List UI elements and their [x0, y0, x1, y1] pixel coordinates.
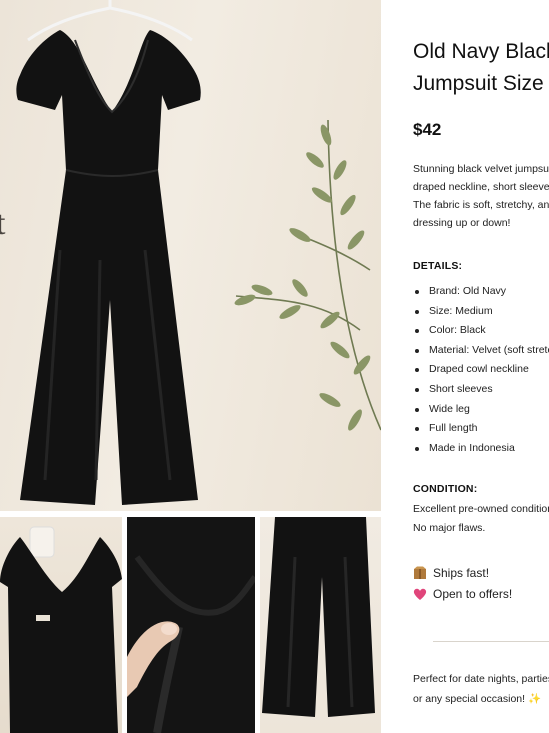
jumpsuit-illustration — [16, 0, 381, 505]
perk-text: Open to offers! — [433, 587, 513, 601]
thumbnail-fabric-closeup[interactable] — [127, 517, 255, 733]
closing-text: Perfect for date nights, parties, or any… — [413, 669, 549, 709]
condition-line: No major flaws. — [413, 522, 486, 534]
detail-item: Draped cowl neckline — [413, 360, 549, 380]
condition-heading: CONDITION: — [413, 483, 478, 495]
perk-ships-fast: Ships fast! — [413, 566, 489, 580]
listing-title: Old Navy Black Velvet Jumpsuit Size Medi… — [413, 36, 549, 100]
detail-item: Brand: Old Navy — [413, 282, 549, 302]
listing-title-line-2: Jumpsuit Size Medium — [413, 72, 549, 95]
detail-item: Size: Medium — [413, 302, 549, 322]
description-line: The fabric is soft, stretchy, and perfec… — [413, 199, 549, 211]
heart-icon — [413, 588, 427, 600]
detail-item: Full length — [413, 419, 549, 439]
listing-title-line-1: Old Navy Black Velvet — [413, 40, 549, 63]
details-heading: DETAILS: — [413, 260, 463, 272]
condition-line: Excellent pre-owned condition. — [413, 503, 549, 515]
listing-description: Stunning black velvet jumpsuit with a dr… — [413, 160, 549, 232]
thumbnail-front-illustration — [0, 526, 122, 733]
thumbnail-leg-illustration — [262, 517, 375, 717]
detail-item: Color: Black — [413, 321, 549, 341]
detail-item: Made in Indonesia — [413, 439, 549, 459]
photo-gallery: t — [0, 0, 381, 733]
description-line: dressing up or down! — [413, 217, 511, 229]
description-line: draped neckline, short sleeves, and wide… — [413, 181, 549, 193]
condition-text: Excellent pre-owned condition. No major … — [413, 500, 549, 538]
detail-item: Short sleeves — [413, 380, 549, 400]
perk-text: Ships fast! — [433, 566, 490, 580]
thumbnail-fabric-illustration — [127, 517, 255, 733]
divider-line — [433, 641, 549, 642]
details-list: Brand: Old Navy Size: Medium Color: Blac… — [413, 282, 549, 458]
detail-item: Material: Velvet (soft stretch) — [413, 341, 549, 361]
detail-item: Wide leg — [413, 400, 549, 420]
package-icon — [414, 566, 426, 579]
listing-details-panel: Old Navy Black Velvet Jumpsuit Size Medi… — [381, 0, 549, 733]
listing-price: $42 — [413, 120, 442, 139]
description-line: Stunning black velvet jumpsuit with a — [413, 163, 549, 175]
background-letter: t — [0, 205, 6, 242]
closing-line: Perfect for date nights, parties, — [413, 673, 549, 685]
main-product-photo[interactable]: t — [0, 0, 381, 511]
closing-line: or any special occasion! ✨ — [413, 693, 542, 705]
thumbnail-front-view[interactable] — [0, 517, 122, 733]
perk-open-to-offers: Open to offers! — [413, 587, 512, 601]
thumbnail-leg-detail[interactable] — [260, 517, 381, 733]
